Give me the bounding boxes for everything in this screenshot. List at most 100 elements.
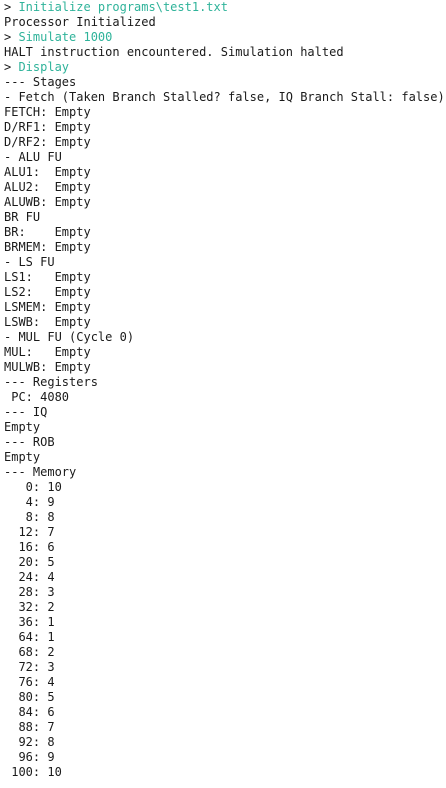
command-line: > Initialize programs\test1.txt xyxy=(4,0,444,15)
output-text: 16: 6 xyxy=(4,540,55,554)
command-text: Display xyxy=(18,60,70,74)
output-line: LS2: Empty xyxy=(4,285,444,300)
output-text: 0: 10 xyxy=(4,480,62,494)
output-line: 100: 10 xyxy=(4,765,444,780)
command-line: > Simulate 1000 xyxy=(4,30,444,45)
prompt-symbol: > xyxy=(4,30,19,44)
output-text: Empty xyxy=(4,420,41,434)
output-line: D/RF1: Empty xyxy=(4,120,444,135)
output-text: Empty xyxy=(4,450,41,464)
output-line: 88: 7 xyxy=(4,720,444,735)
output-line: - ALU FU xyxy=(4,150,444,165)
output-text: BR: Empty xyxy=(4,225,91,239)
output-line: D/RF2: Empty xyxy=(4,135,444,150)
output-text: ALU1: Empty xyxy=(4,165,91,179)
output-text: --- Memory xyxy=(4,465,77,479)
output-line: - LS FU xyxy=(4,255,444,270)
output-line: LS1: Empty xyxy=(4,270,444,285)
output-line: - Fetch (Taken Branch Stalled? false, IQ… xyxy=(4,90,444,105)
output-line: 36: 1 xyxy=(4,615,444,630)
output-line: ALUWB: Empty xyxy=(4,195,444,210)
output-line: Empty xyxy=(4,450,444,465)
output-text: 36: 1 xyxy=(4,615,55,629)
output-text: LSMEM: Empty xyxy=(4,300,91,314)
output-text: 20: 5 xyxy=(4,555,55,569)
output-line: 64: 1 xyxy=(4,630,444,645)
output-text: PC: 4080 xyxy=(4,390,70,404)
output-text: D/RF1: Empty xyxy=(4,120,91,134)
output-text: 80: 5 xyxy=(4,690,55,704)
output-text: --- ROB xyxy=(4,435,55,449)
output-text: 92: 8 xyxy=(4,735,55,749)
output-text: LSWB: Empty xyxy=(4,315,91,329)
output-line: 72: 3 xyxy=(4,660,444,675)
output-line: - MUL FU (Cycle 0) xyxy=(4,330,444,345)
output-text: 68: 2 xyxy=(4,645,55,659)
output-line: 28: 3 xyxy=(4,585,444,600)
output-line: BRMEM: Empty xyxy=(4,240,444,255)
output-line: 96: 9 xyxy=(4,750,444,765)
output-text: - Fetch (Taken Branch Stalled? false, IQ… xyxy=(4,90,444,104)
output-line: --- ROB xyxy=(4,435,444,450)
output-text: MUL: Empty xyxy=(4,345,91,359)
output-text: --- IQ xyxy=(4,405,48,419)
output-line: 24: 4 xyxy=(4,570,444,585)
output-text: FETCH: Empty xyxy=(4,105,91,119)
output-text: 84: 6 xyxy=(4,705,55,719)
output-line: BR: Empty xyxy=(4,225,444,240)
output-text: 96: 9 xyxy=(4,750,55,764)
output-line: --- Memory xyxy=(4,465,444,480)
output-line: PC: 4080 xyxy=(4,390,444,405)
output-text: 76: 4 xyxy=(4,675,55,689)
output-text: D/RF2: Empty xyxy=(4,135,91,149)
output-text: 12: 7 xyxy=(4,525,55,539)
command-text: Initialize programs\test1.txt xyxy=(18,0,228,14)
output-text: BR FU xyxy=(4,210,41,224)
output-line: --- Registers xyxy=(4,375,444,390)
output-text: - LS FU xyxy=(4,255,55,269)
output-line: 12: 7 xyxy=(4,525,444,540)
output-text: 64: 1 xyxy=(4,630,55,644)
output-text: 24: 4 xyxy=(4,570,55,584)
output-text: - ALU FU xyxy=(4,150,62,164)
output-line: MUL: Empty xyxy=(4,345,444,360)
output-text: --- Registers xyxy=(4,375,98,389)
output-line: HALT instruction encountered. Simulation… xyxy=(4,45,444,60)
output-line: 20: 5 xyxy=(4,555,444,570)
output-line: ALU2: Empty xyxy=(4,180,444,195)
prompt-symbol: > xyxy=(4,60,19,74)
output-text: MULWB: Empty xyxy=(4,360,91,374)
console-output[interactable]: > Initialize programs\test1.txt Processor… xyxy=(4,0,444,780)
output-line: 92: 8 xyxy=(4,735,444,750)
output-text: 100: 10 xyxy=(4,765,62,779)
output-text: --- Stages xyxy=(4,75,77,89)
output-text: BRMEM: Empty xyxy=(4,240,91,254)
output-line: BR FU xyxy=(4,210,444,225)
output-text: HALT instruction encountered. Simulation… xyxy=(4,45,344,59)
output-text: 32: 2 xyxy=(4,600,55,614)
output-text: 4: 9 xyxy=(4,495,55,509)
output-line: 16: 6 xyxy=(4,540,444,555)
output-text: LS1: Empty xyxy=(4,270,91,284)
output-line: 32: 2 xyxy=(4,600,444,615)
output-line: 80: 5 xyxy=(4,690,444,705)
output-text: - MUL FU (Cycle 0) xyxy=(4,330,135,344)
output-line: FETCH: Empty xyxy=(4,105,444,120)
output-text: 8: 8 xyxy=(4,510,55,524)
prompt-symbol: > xyxy=(4,0,19,14)
output-line: 4: 9 xyxy=(4,495,444,510)
output-text: 72: 3 xyxy=(4,660,55,674)
command-text: Simulate 1000 xyxy=(18,30,113,44)
output-line: --- IQ xyxy=(4,405,444,420)
output-text: ALUWB: Empty xyxy=(4,195,91,209)
output-text: 28: 3 xyxy=(4,585,55,599)
output-line: LSMEM: Empty xyxy=(4,300,444,315)
output-text: 88: 7 xyxy=(4,720,55,734)
output-line: LSWB: Empty xyxy=(4,315,444,330)
output-line: --- Stages xyxy=(4,75,444,90)
output-text: ALU2: Empty xyxy=(4,180,91,194)
output-line: Processor Initialized xyxy=(4,15,444,30)
command-line: > Display xyxy=(4,60,444,75)
output-text: LS2: Empty xyxy=(4,285,91,299)
output-line: 76: 4 xyxy=(4,675,444,690)
